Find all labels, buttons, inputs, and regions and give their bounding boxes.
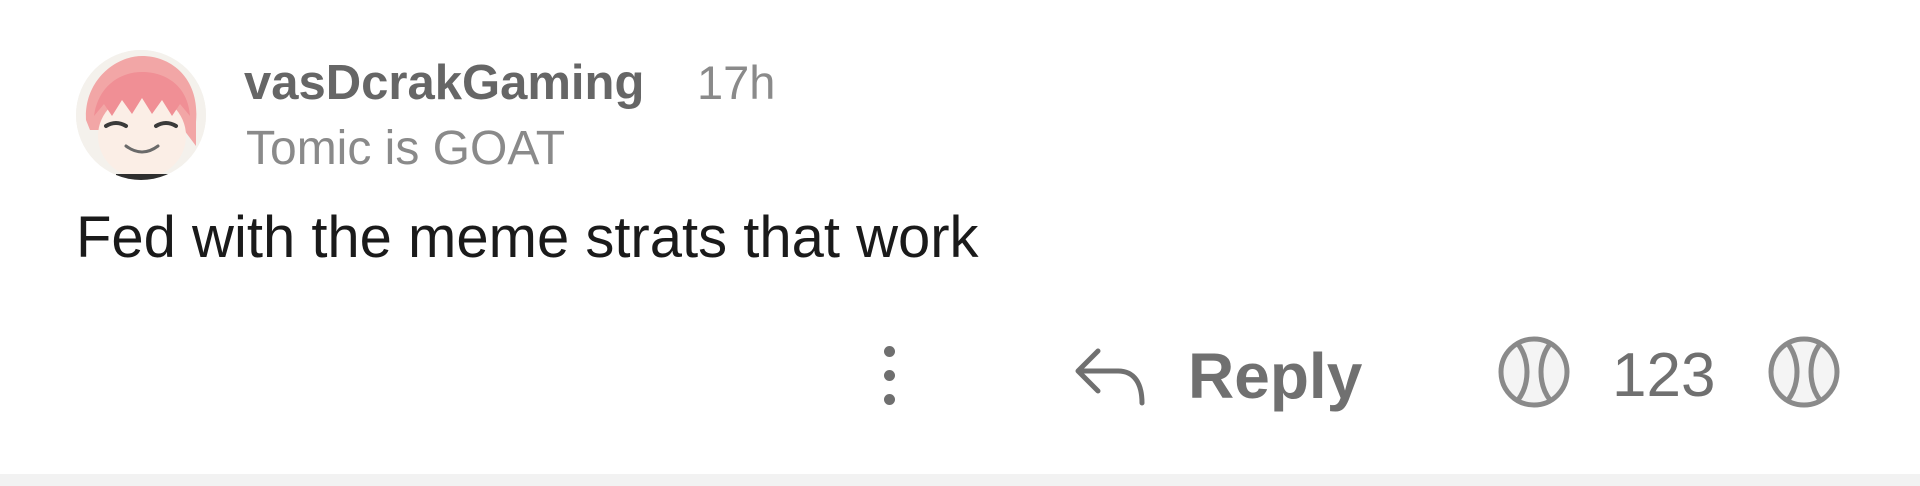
vertical-ellipsis-icon (884, 346, 895, 357)
comment-card: vasDcrakGaming 17h Tomic is GOAT Fed wit… (0, 0, 1920, 474)
more-options-button[interactable] (862, 336, 916, 416)
upvote-button[interactable] (1496, 334, 1572, 410)
tennis-ball-icon (1768, 336, 1840, 408)
vote-score: 123 (1612, 341, 1716, 410)
comment-timestamp: 17h (697, 56, 776, 109)
ellipsis-dot (884, 370, 895, 381)
comment-divider (0, 474, 1920, 486)
user-flair: Tomic is GOAT (246, 122, 566, 175)
reply-button[interactable]: Reply (1072, 330, 1362, 422)
reply-arrow-icon (1075, 348, 1145, 406)
user-avatar[interactable] (76, 50, 206, 180)
downvote-button[interactable] (1766, 334, 1842, 410)
comment-body: Fed with the meme strats that work (76, 205, 979, 270)
ellipsis-dot (884, 394, 895, 405)
anime-avatar-icon (76, 50, 206, 180)
comment-author[interactable]: vasDcrakGaming (244, 48, 644, 118)
reply-label: Reply (1188, 340, 1363, 412)
tennis-ball-icon (1498, 336, 1570, 408)
